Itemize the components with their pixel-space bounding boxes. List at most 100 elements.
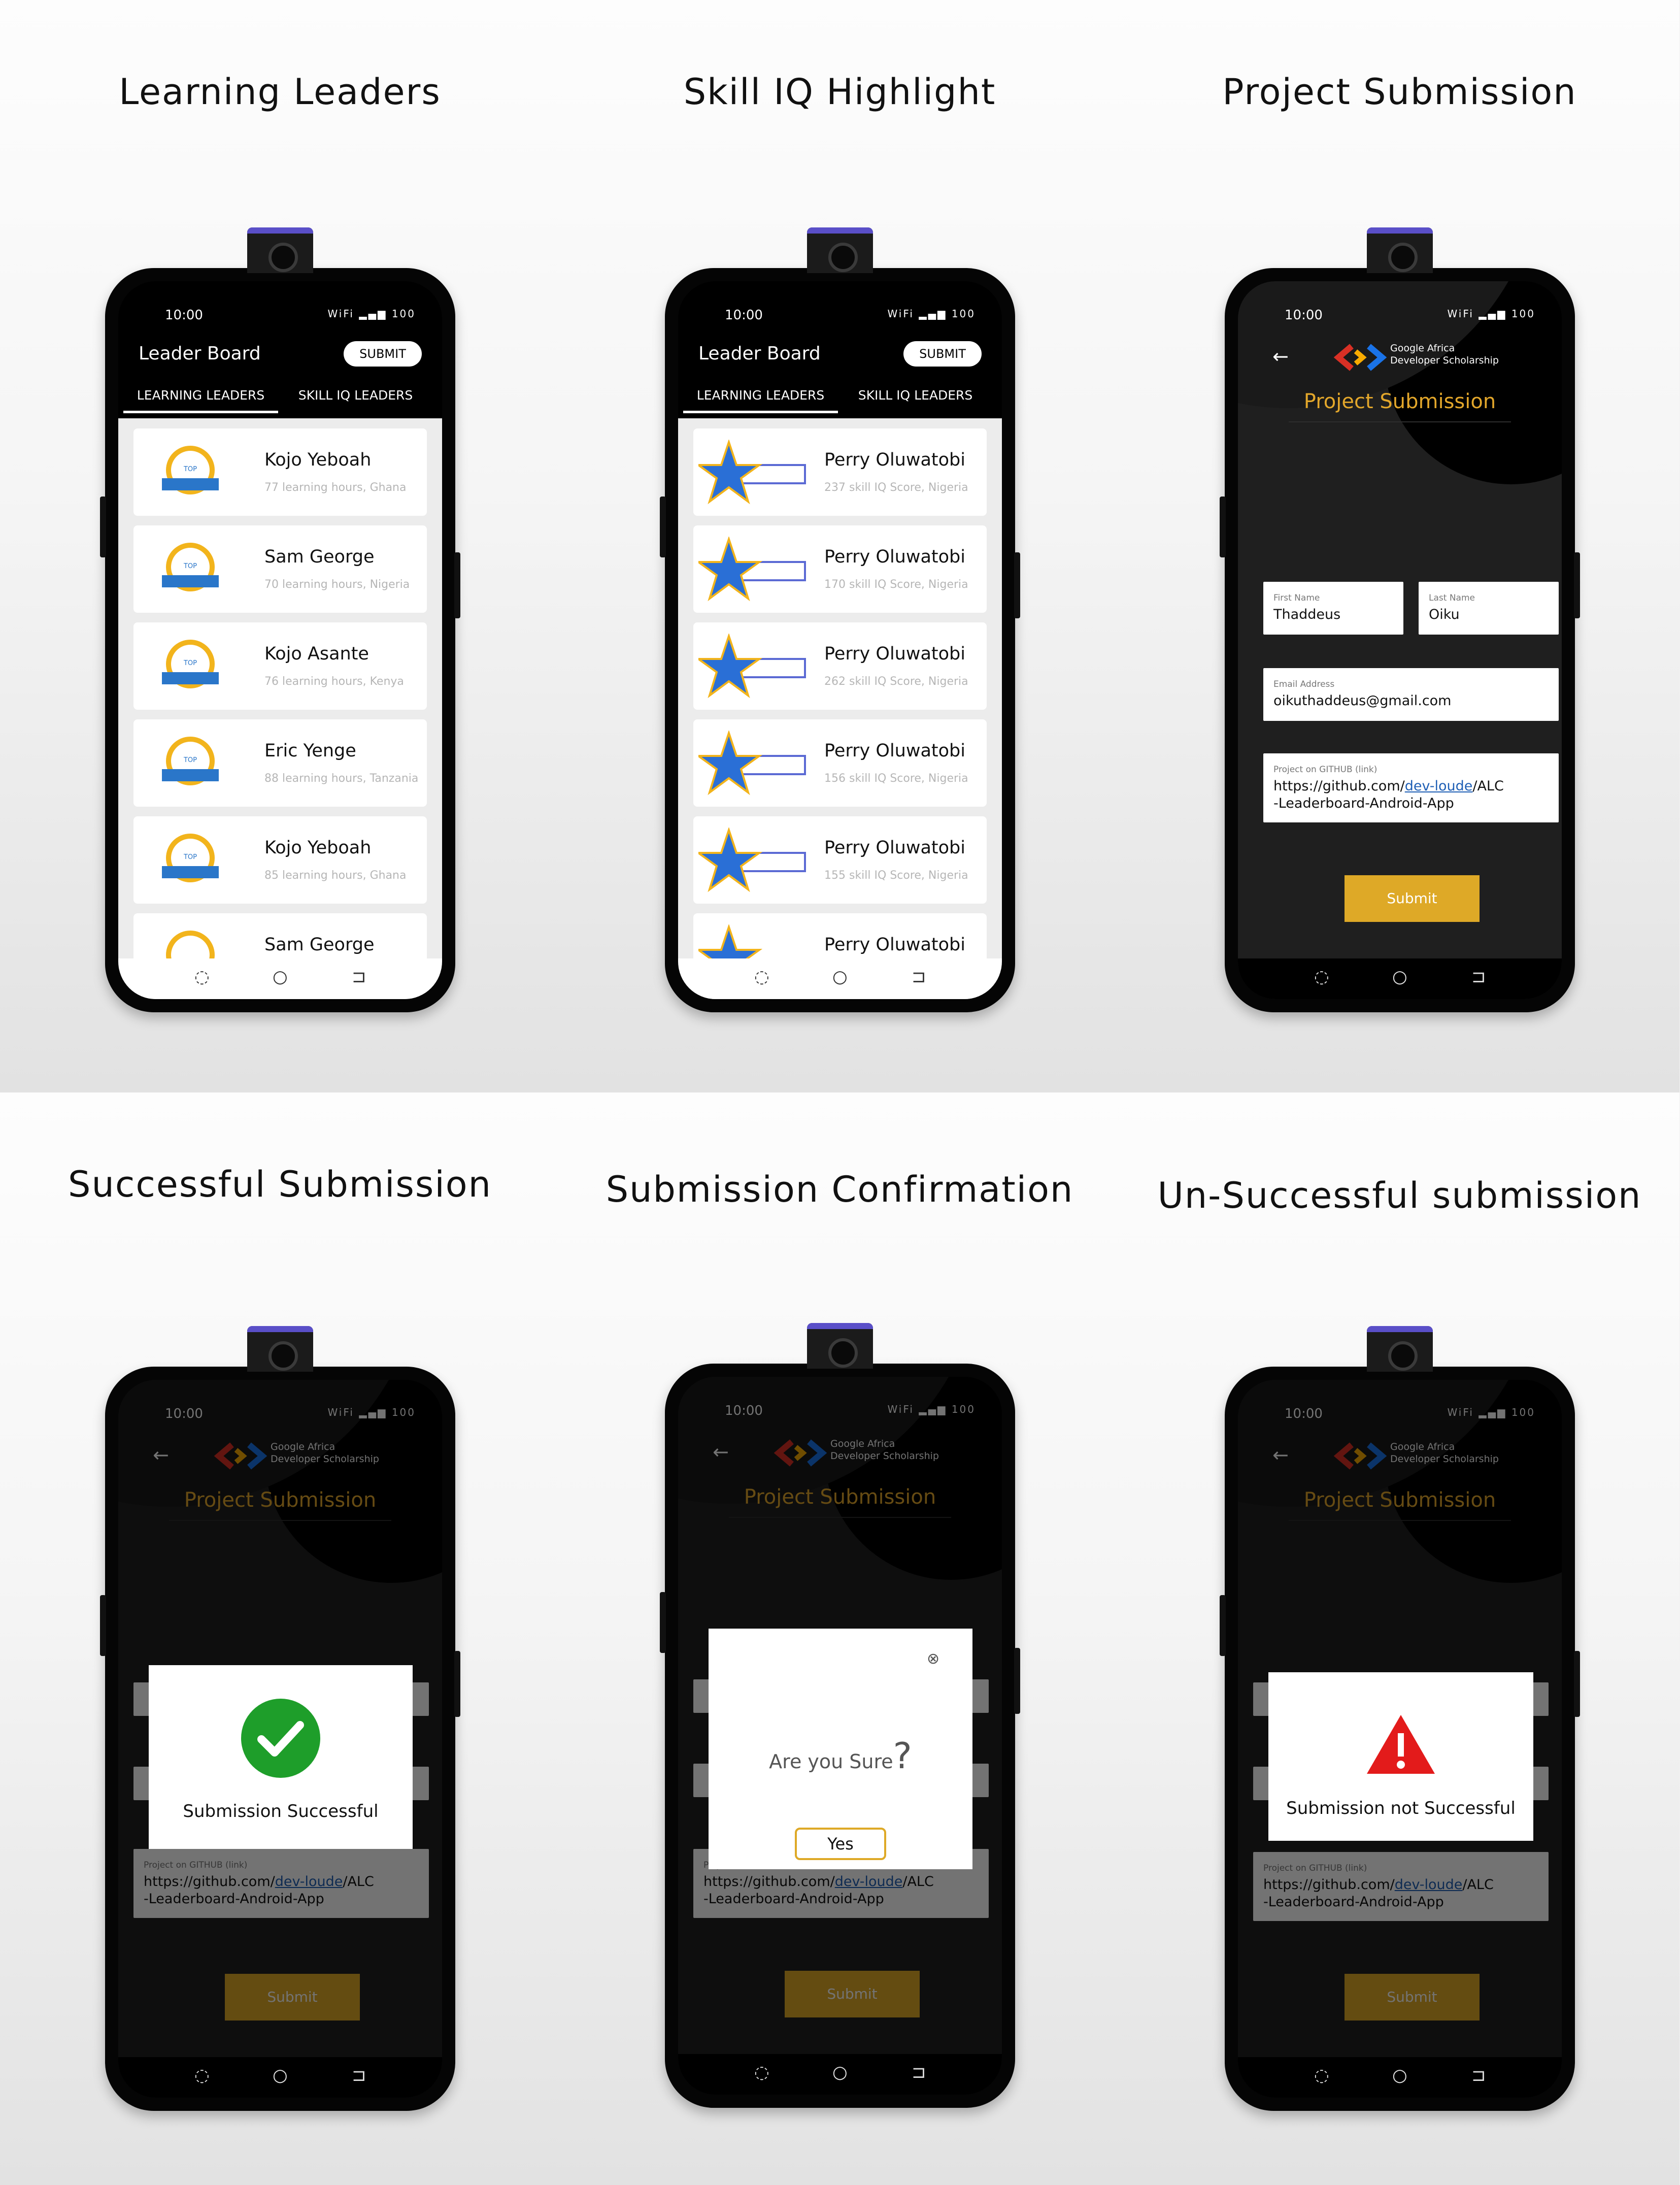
home-icon[interactable]: ○ <box>832 967 848 987</box>
learner-detail: 156 skill IQ Score, Nigeria <box>824 772 968 785</box>
side-button <box>100 496 106 557</box>
field-value: https://github.com/dev-loude/ALC -Leaderb… <box>1273 778 1504 812</box>
status-icons: WiFi ▂▄▆ 100 <box>327 308 416 320</box>
home-icon[interactable]: ○ <box>832 2062 848 2082</box>
popup-camera <box>807 227 873 273</box>
field-label: Last Name <box>1429 593 1475 603</box>
side-button <box>100 1595 106 1656</box>
side-button <box>1574 1651 1580 1717</box>
field-label: Email Address <box>1273 679 1335 689</box>
learner-detail: 76 learning hours, Kenya <box>264 675 404 688</box>
popup-camera <box>807 1323 873 1369</box>
skill-iq-badge-icon <box>698 731 806 796</box>
home-icon[interactable]: ○ <box>1392 967 1407 987</box>
popup-camera <box>1367 1326 1433 1372</box>
svg-text:TOP: TOP <box>183 466 197 473</box>
list-item[interactable]: TOP Sam George 70 learning hours, Nigeri… <box>133 525 427 613</box>
learner-detail: 85 learning hours, Ghana <box>264 869 407 882</box>
back-icon[interactable]: ⊐ <box>912 2062 926 2082</box>
home-icon[interactable]: ○ <box>273 967 288 987</box>
success-dialog: Submission Successful <box>149 1665 413 1849</box>
recents-icon[interactable]: ◌ <box>754 967 769 987</box>
yes-button[interactable]: Yes <box>795 1828 886 1860</box>
panel-successful-submission: Successful Submission 10:00 WiFi ▂▄▆ 100… <box>0 1092 560 2185</box>
popup-camera <box>247 227 313 273</box>
home-icon[interactable]: ○ <box>1392 2065 1407 2085</box>
phone-frame: 10:00 WiFi ▂▄▆ 100 ← Google AfricaDevelo… <box>1220 1326 1580 2111</box>
app-bar: Leader Board SUBMIT <box>698 337 982 373</box>
list-item[interactable]: Perry Oluwatobi 170 skill IQ Score, Nige… <box>693 525 987 613</box>
list-item[interactable]: TOP Kojo Asante 76 learning hours, Kenya <box>133 622 427 710</box>
submit-button[interactable]: SUBMIT <box>903 341 982 367</box>
submit-button[interactable]: SUBMIT <box>344 341 422 367</box>
tab-bar: LEARNING LEADERS SKILL IQ LEADERS <box>683 383 1002 413</box>
list-item[interactable]: TOP Eric Yenge 88 learning hours, Tanzan… <box>133 719 427 807</box>
brand-text: Google AfricaDeveloper Scholarship <box>1390 342 1499 367</box>
skill-iq-badge-icon <box>698 537 806 602</box>
top-learner-badge-icon: TOP <box>162 834 219 882</box>
learner-name: Perry Oluwatobi <box>824 838 966 858</box>
side-button <box>660 496 666 557</box>
back-icon[interactable]: ⊐ <box>352 2065 366 2085</box>
learner-name: Perry Oluwatobi <box>824 547 966 567</box>
list-item[interactable]: Perry Oluwatobi 156 skill IQ Score, Nige… <box>693 719 987 807</box>
list-item[interactable]: Perry Oluwatobi 237 skill IQ Score, Nige… <box>693 428 987 516</box>
last-name-field[interactable]: Last Name Oiku <box>1419 582 1559 635</box>
recents-icon[interactable]: ◌ <box>194 2065 210 2085</box>
first-name-field[interactable]: First Name Thaddeus <box>1263 582 1403 635</box>
home-icon[interactable]: ○ <box>273 2065 288 2085</box>
back-icon[interactable]: ⊐ <box>912 967 926 987</box>
back-icon[interactable]: ⊐ <box>1471 967 1486 987</box>
field-label: Project on GITHUB (link) <box>1273 765 1377 775</box>
learner-name: Kojo Yeboah <box>264 838 372 858</box>
panel-skill-iq: Skill IQ Highlight 10:00 WiFi ▂▄▆ 100 Le… <box>560 0 1120 1092</box>
list-item[interactable]: Perry Oluwatobi 155 skill IQ Score, Nige… <box>693 816 987 904</box>
learner-name: Sam George <box>264 547 375 567</box>
learner-name: Perry Oluwatobi <box>824 741 966 761</box>
status-time: 10:00 <box>1285 308 1323 323</box>
nav-bar: ◌ ○ ⊐ <box>1238 2057 1562 2098</box>
nav-bar: ◌ ○ ⊐ <box>118 2057 442 2098</box>
learner-name: Eric Yenge <box>264 741 356 761</box>
recents-icon[interactable]: ◌ <box>1314 2065 1329 2085</box>
recents-icon[interactable]: ◌ <box>1314 967 1329 987</box>
link-suffix: /ALC <box>1472 778 1504 794</box>
list-item[interactable]: TOP Kojo Yeboah 85 learning hours, Ghana <box>133 816 427 904</box>
tab-skill-iq-leaders[interactable]: SKILL IQ LEADERS <box>838 383 993 413</box>
status-bar: 10:00 WiFi ▂▄▆ 100 <box>165 308 416 328</box>
side-button <box>1574 552 1580 618</box>
close-icon[interactable]: ⊗ <box>927 1650 939 1668</box>
svg-text:TOP: TOP <box>183 756 197 764</box>
back-icon[interactable]: ⊐ <box>352 967 366 987</box>
link-user: dev-loude <box>1404 778 1473 794</box>
svg-text:TOP: TOP <box>183 853 197 861</box>
leader-list: Perry Oluwatobi 237 skill IQ Score, Nige… <box>678 418 1002 999</box>
recents-icon[interactable]: ◌ <box>754 2062 769 2082</box>
field-value: Thaddeus <box>1273 607 1341 622</box>
back-arrow-icon[interactable]: ← <box>1272 345 1289 368</box>
tab-skill-iq-leaders[interactable]: SKILL IQ LEADERS <box>278 383 433 413</box>
learner-name: Perry Oluwatobi <box>824 450 966 470</box>
nav-bar: ◌ ○ ⊐ <box>118 958 442 999</box>
panel-title: Submission Confirmation <box>606 1169 1074 1210</box>
project-link-field[interactable]: Project on GITHUB (link) https://github.… <box>1263 753 1559 822</box>
submit-button[interactable]: Submit <box>1345 875 1480 922</box>
phone-frame: 10:00 WiFi ▂▄▆ 100 ← Google AfricaDevelo… <box>1220 227 1580 1012</box>
side-button <box>1220 496 1226 557</box>
list-item[interactable]: TOP Kojo Yeboah 77 learning hours, Ghana <box>133 428 427 516</box>
learner-detail: 155 skill IQ Score, Nigeria <box>824 869 968 882</box>
recents-icon[interactable]: ◌ <box>194 967 210 987</box>
list-item[interactable]: Perry Oluwatobi 262 skill IQ Score, Nige… <box>693 622 987 710</box>
svg-text:TOP: TOP <box>183 659 197 667</box>
side-button <box>1014 552 1020 618</box>
tab-learning-leaders[interactable]: LEARNING LEADERS <box>123 383 278 413</box>
tab-learning-leaders[interactable]: LEARNING LEADERS <box>683 383 838 413</box>
email-field[interactable]: Email Address oikuthaddeus@gmail.com <box>1263 668 1559 721</box>
panel-submission-confirmation: Submission Confirmation 10:00 WiFi ▂▄▆ 1… <box>560 1092 1120 2185</box>
error-dialog: Submission not Successful <box>1268 1672 1533 1841</box>
field-value: oikuthaddeus@gmail.com <box>1273 693 1452 709</box>
screen: 10:00 WiFi ▂▄▆ 100 Leader Board SUBMIT L… <box>678 281 1002 999</box>
confirm-dialog: ⊗ Are you Sure? Yes <box>709 1629 972 1869</box>
back-icon[interactable]: ⊐ <box>1471 2065 1486 2085</box>
status-bar: 10:00 WiFi ▂▄▆ 100 <box>1285 308 1535 328</box>
